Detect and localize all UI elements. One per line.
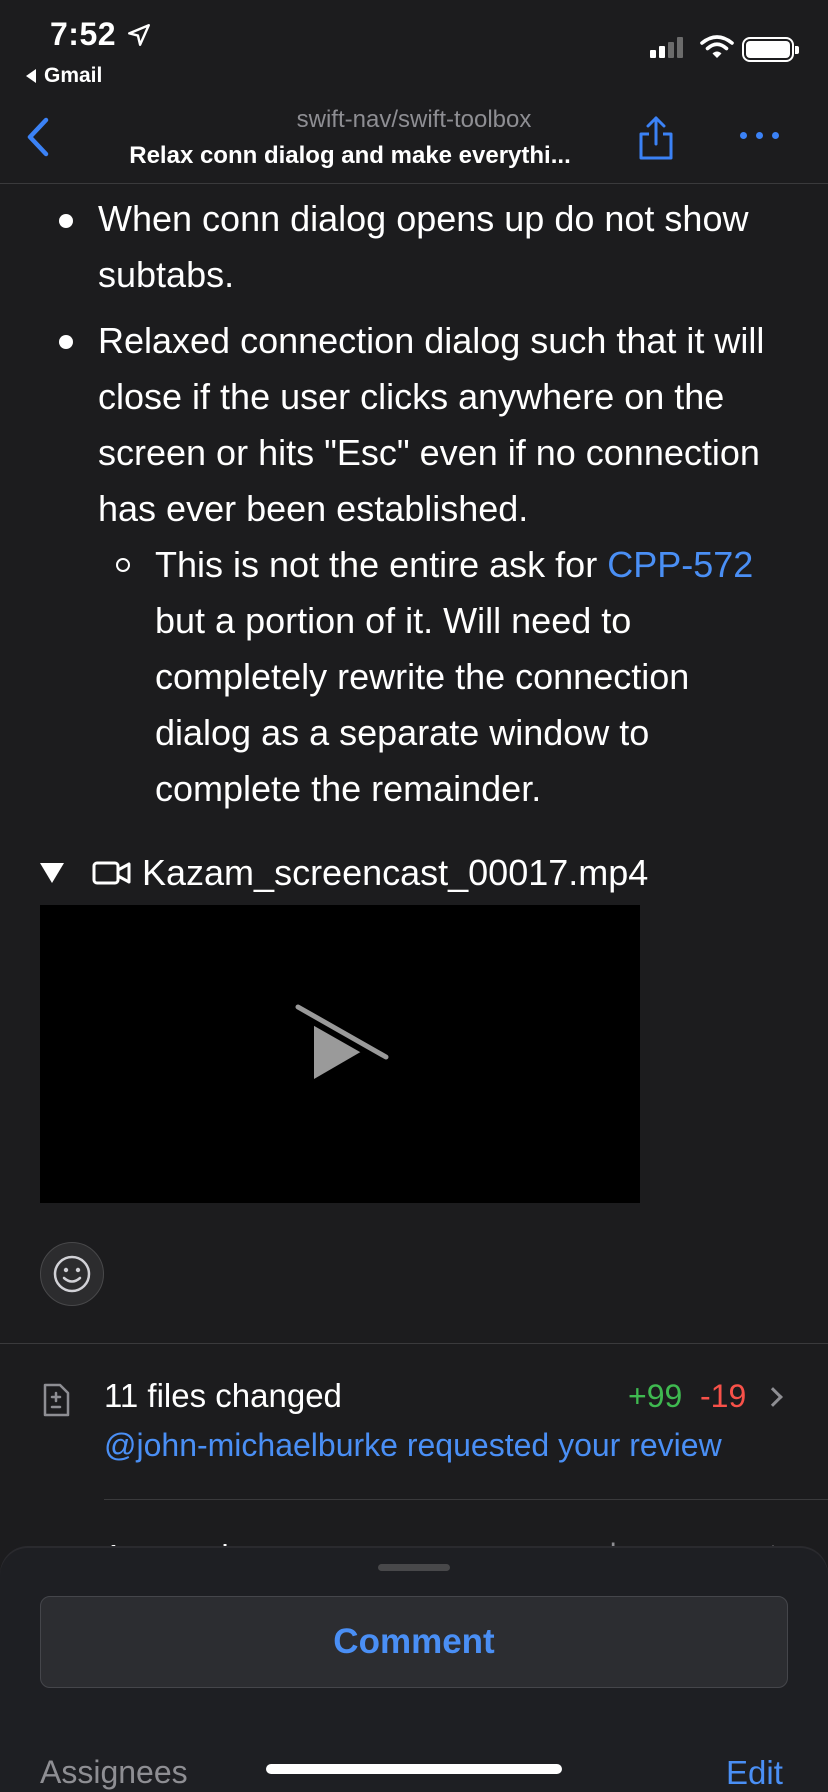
edit-assignees-button[interactable]: Edit xyxy=(726,1754,783,1792)
add-reaction-button[interactable] xyxy=(40,1242,104,1306)
files-changed-label[interactable]: 11 files changed xyxy=(104,1377,342,1415)
chevron-right-icon[interactable] xyxy=(763,1387,783,1407)
back-triangle-icon xyxy=(26,69,36,83)
additions-count: +99 xyxy=(628,1378,683,1414)
navigation-bar: swift-nav/swift-toolbox Relax conn dialo… xyxy=(0,92,828,184)
sub-bullet-ring xyxy=(116,558,130,572)
bottom-sheet: Comment Assignees Edit xyxy=(0,1548,828,1792)
review-request-link[interactable]: @john-michaelburke requested your review xyxy=(104,1427,722,1464)
back-to-app-button[interactable]: Gmail xyxy=(26,64,102,88)
issue-link[interactable]: CPP-572 xyxy=(607,544,753,585)
bullet-dot xyxy=(59,335,73,349)
file-diff-icon xyxy=(43,1383,70,1417)
wifi-icon xyxy=(700,35,734,58)
sub-list-item: This is not the entire ask for CPP-572 b… xyxy=(155,537,795,817)
comment-button[interactable]: Comment xyxy=(40,1596,788,1688)
back-app-label: Gmail xyxy=(44,64,103,87)
assignees-label: Assignees xyxy=(40,1754,188,1790)
deletions-count: -19 xyxy=(700,1378,747,1414)
battery-icon xyxy=(742,37,799,62)
share-icon[interactable] xyxy=(636,114,676,162)
row-divider xyxy=(104,1499,828,1500)
list-item: Relaxed connection dialog such that it w… xyxy=(98,320,765,529)
sub-item-text-start: This is not the entire ask for xyxy=(155,544,608,585)
disclosure-triangle-icon[interactable] xyxy=(40,863,64,883)
status-bar: 7:52 Gmail xyxy=(0,0,828,92)
attachment-filename: Kazam_screencast_00017.mp4 xyxy=(142,852,649,893)
home-indicator[interactable] xyxy=(266,1764,562,1774)
bullet-dot xyxy=(59,214,73,228)
video-player[interactable] xyxy=(40,905,640,1203)
attachment-header[interactable]: Kazam_screencast_00017.mp4 xyxy=(40,852,648,894)
status-time: 7:52 xyxy=(50,16,117,52)
video-unavailable-icon xyxy=(293,1004,391,1079)
section-divider xyxy=(0,1343,828,1344)
list-item: When conn dialog opens up do not show su… xyxy=(98,198,749,295)
sheet-grabber[interactable] xyxy=(378,1564,450,1571)
video-camera-icon xyxy=(92,861,131,885)
location-arrow-icon xyxy=(128,24,150,46)
cellular-signal-icon xyxy=(650,36,683,58)
pull-request-title: Relax conn dialog and make everythi... xyxy=(129,142,571,169)
emoji-reaction-icon xyxy=(53,1255,91,1293)
sub-item-text-rest: but a portion of it. Will need to comple… xyxy=(155,600,690,809)
more-icon[interactable] xyxy=(740,132,779,139)
